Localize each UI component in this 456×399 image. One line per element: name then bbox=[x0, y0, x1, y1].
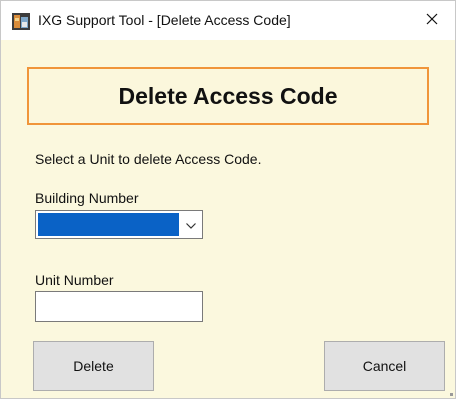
chevron-down-icon bbox=[186, 216, 196, 234]
close-icon bbox=[426, 12, 438, 30]
unit-number-label: Unit Number bbox=[35, 272, 114, 288]
page-header: Delete Access Code bbox=[27, 67, 429, 125]
building-number-label: Building Number bbox=[35, 190, 139, 206]
unit-number-input[interactable] bbox=[35, 291, 203, 322]
title-bar[interactable]: IXG Support Tool - [Delete Access Code] bbox=[1, 1, 455, 40]
building-number-dropdown-button[interactable] bbox=[180, 211, 202, 238]
app-icon bbox=[12, 13, 30, 30]
building-number-selected-value bbox=[38, 213, 179, 236]
close-button[interactable] bbox=[409, 1, 455, 40]
page-title: Delete Access Code bbox=[118, 82, 338, 109]
resize-grip[interactable] bbox=[450, 393, 453, 396]
building-number-select[interactable] bbox=[35, 210, 203, 239]
delete-button[interactable]: Delete bbox=[33, 341, 154, 391]
window-title: IXG Support Tool - [Delete Access Code] bbox=[38, 12, 291, 28]
cancel-button[interactable]: Cancel bbox=[324, 341, 445, 391]
instruction-text: Select a Unit to delete Access Code. bbox=[35, 151, 262, 167]
dialog-window: IXG Support Tool - [Delete Access Code] … bbox=[0, 0, 456, 399]
